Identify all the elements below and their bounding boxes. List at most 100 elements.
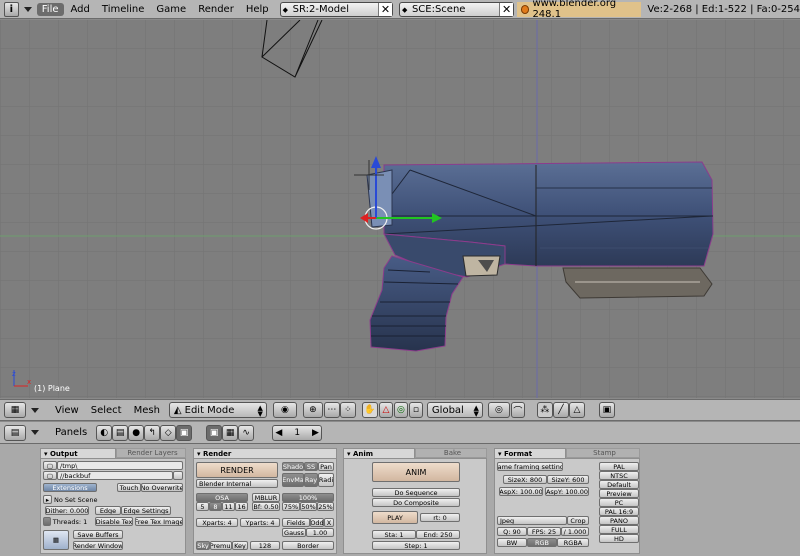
radio-toggle[interactable]: Radi [318, 473, 334, 487]
bake-tab[interactable]: Bake [415, 448, 487, 458]
render-subcontext-icon[interactable]: ▣ [206, 424, 223, 441]
menu-view[interactable]: View [50, 404, 84, 417]
scale-icon[interactable]: ▫ [408, 402, 423, 418]
do-composite-button[interactable]: Do Composite [372, 498, 460, 507]
touch-button[interactable]: Touch [117, 483, 141, 492]
preset-pc[interactable]: PC [599, 498, 639, 507]
edge-settings-button[interactable]: Edge Settings [121, 506, 171, 515]
fields-toggle[interactable]: Fields [282, 518, 310, 527]
do-sequence-button[interactable]: Do Sequence [372, 488, 460, 497]
threads-field[interactable]: Threads: 1 [51, 517, 89, 526]
menu-select[interactable]: Select [86, 404, 127, 417]
size-100-button[interactable]: 100% [282, 493, 334, 502]
menu-add[interactable]: Add [66, 3, 95, 16]
premul-toggle[interactable]: Premul [210, 541, 232, 550]
draw-type-icon[interactable]: ◉ [272, 402, 297, 418]
osa-11-button[interactable]: 11 [222, 502, 235, 511]
preset-pal[interactable]: PAL [599, 462, 639, 471]
render-tab[interactable]: ▾ Render [193, 448, 337, 458]
menu-file[interactable]: File [36, 2, 64, 16]
edge-select-icon[interactable]: ╱ [552, 402, 569, 418]
3d-viewport[interactable]: z x (1) Plane [0, 20, 800, 398]
filter-size-field[interactable]: 1.00 [306, 528, 334, 537]
render-window-select[interactable]: Render Window [73, 541, 123, 550]
disable-tex-button[interactable]: Disable Tex [95, 517, 133, 526]
rt-field[interactable]: rt: 0 [420, 513, 460, 522]
menu-mesh[interactable]: Mesh [129, 404, 165, 417]
shading-context-icon[interactable]: ● [128, 424, 145, 441]
blur-factor-field[interactable]: Bf: 0.50 [252, 502, 280, 511]
end-frame-field[interactable]: End: 250 [416, 530, 460, 539]
ray-toggle[interactable]: Ray [304, 473, 318, 487]
preset-ntsc[interactable]: NTSC [599, 471, 639, 480]
viewport-canvas[interactable]: z x (1) Plane [0, 20, 800, 398]
buttons-window-type-icon[interactable]: ▤ [4, 424, 26, 441]
render-layers-tab[interactable]: Render Layers [116, 448, 186, 458]
yparts-field[interactable]: Yparts: 4 [240, 518, 280, 527]
collapse-menu-arrow-icon[interactable] [23, 6, 32, 12]
backbuf-toggle[interactable] [173, 471, 183, 480]
format-tab[interactable]: ▾ Format [494, 448, 566, 458]
collapse-header-arrow-icon[interactable] [31, 407, 39, 413]
color-depth-select[interactable]: 128 [250, 541, 280, 550]
osa-16-button[interactable]: 16 [235, 502, 248, 511]
anim-subcontext-icon[interactable]: ▦ [222, 424, 239, 441]
render-preview-icon[interactable]: ▣ [598, 402, 615, 418]
rgb-button[interactable]: RGB [527, 538, 557, 547]
odd-toggle[interactable]: Odd [310, 518, 324, 527]
frame-increase-icon[interactable]: ▶ [312, 428, 319, 438]
set-scene-icon[interactable]: ▸ [43, 495, 52, 504]
preset-hd[interactable]: HD [599, 534, 639, 543]
face-select-icon[interactable]: △ [568, 402, 585, 418]
scene-context-icon[interactable]: ▣ [176, 424, 193, 441]
sound-subcontext-icon[interactable]: ∿ [238, 424, 255, 441]
collapse-buttons-arrow-icon[interactable] [31, 430, 39, 435]
sizex-field[interactable]: SizeX: 800 [503, 475, 547, 484]
scene-selector[interactable]: ◆ SCE:Scene ✕ [398, 1, 515, 17]
output-tab[interactable]: ▾ Output [40, 448, 116, 458]
aspy-field[interactable]: AspY: 100.00 [545, 487, 589, 496]
size-75-button[interactable]: 75% [282, 502, 300, 511]
stamp-tab[interactable]: Stamp [566, 448, 640, 458]
output-path-field[interactable]: /tmp\ [57, 461, 183, 470]
logic-context-icon[interactable]: ◐ [96, 424, 113, 441]
orientation-select[interactable]: Global ▲ ▼ [426, 402, 483, 418]
render-button[interactable]: RENDER [196, 462, 278, 478]
vertex-select-icon[interactable]: ⁂ [536, 402, 553, 418]
rgba-button[interactable]: RGBA [557, 538, 589, 547]
menu-game[interactable]: Game [151, 3, 191, 16]
size-25-button[interactable]: 25% [317, 502, 334, 511]
dispview-icon[interactable]: ▦ [43, 530, 69, 550]
renderer-select[interactable]: Blender Internal [196, 479, 278, 488]
dither-field[interactable]: Dither: 0.000 [45, 506, 89, 515]
extensions-button[interactable]: Extensions [43, 483, 97, 492]
script-context-icon[interactable]: ▤ [112, 424, 129, 441]
info-window-type-button[interactable]: i [4, 1, 19, 17]
aspx-field[interactable]: AspX: 100.00 [499, 487, 543, 496]
filter-select[interactable]: Gauss [282, 528, 306, 537]
free-tex-image-button[interactable]: Free Tex Image [135, 517, 183, 526]
screen-name[interactable]: SR:2-Model [281, 4, 378, 15]
anim-tab[interactable]: ▾ Anim [343, 448, 415, 458]
screen-delete-button[interactable]: ✕ [377, 2, 392, 16]
crop-toggle[interactable]: Crop [567, 516, 589, 525]
osa-5-button[interactable]: 5 [196, 502, 209, 511]
preset-preview[interactable]: Preview [599, 489, 639, 498]
proportional-icon[interactable]: ⋯ [323, 402, 340, 418]
menu-timeline[interactable]: Timeline [97, 3, 150, 16]
mode-select[interactable]: ◭ Edit Mode ▲ ▼ [168, 402, 267, 418]
play-button[interactable]: PLAY [372, 511, 418, 524]
editing-context-icon[interactable]: ◇ [160, 424, 177, 441]
fps-field[interactable]: FPS: 25 [527, 527, 561, 536]
sss-toggle[interactable]: SS [304, 462, 318, 471]
menu-help[interactable]: Help [241, 3, 274, 16]
xparts-field[interactable]: Xparts: 4 [196, 518, 238, 527]
shadow-toggle[interactable]: Shado [282, 462, 304, 471]
window-type-grid-icon[interactable]: ▦ [4, 402, 26, 418]
sky-toggle[interactable]: Sky [196, 541, 210, 550]
fps-base-field[interactable]: / 1.000 [561, 527, 589, 536]
blender-url-label[interactable]: www.blender.org 248.1 [517, 0, 642, 20]
preset-pano[interactable]: PANO [599, 516, 639, 525]
preset-pal-169[interactable]: PAL 16:9 [599, 507, 639, 516]
save-buffers-button[interactable]: Save Buffers [73, 530, 123, 539]
